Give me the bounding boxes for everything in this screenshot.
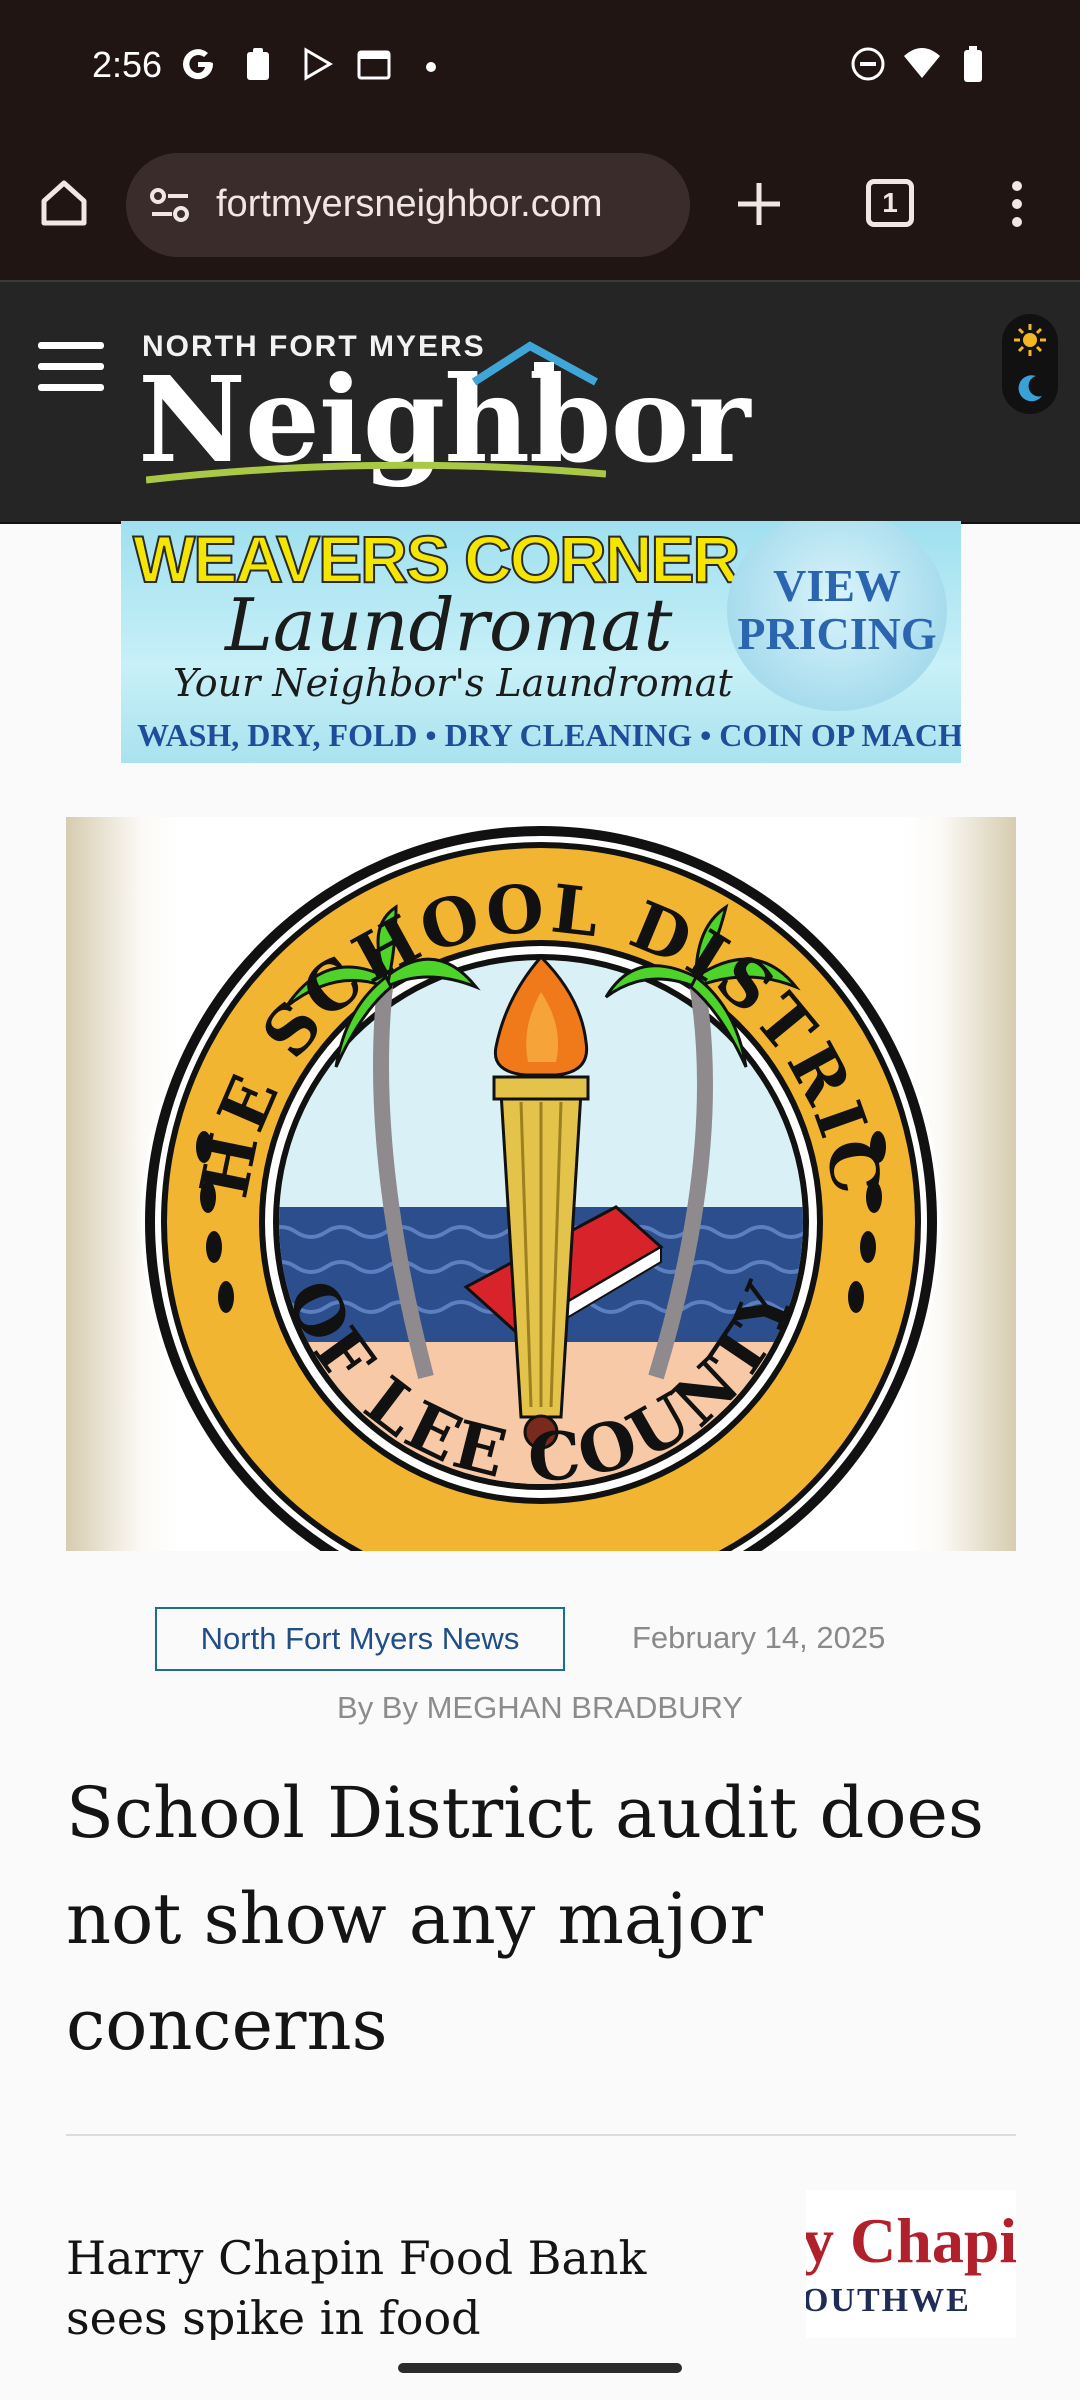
wifi-icon bbox=[904, 48, 940, 78]
url-text[interactable]: fortmyersneighbor.com bbox=[216, 183, 676, 226]
tab-count: 1 bbox=[882, 187, 898, 218]
sun-icon[interactable] bbox=[1012, 322, 1048, 358]
ad-subhead: Laundromat bbox=[225, 583, 673, 667]
dnd-icon bbox=[851, 47, 885, 81]
tab-switcher-button[interactable]: 1 bbox=[866, 179, 914, 227]
google-icon bbox=[183, 49, 214, 80]
site-settings-icon[interactable] bbox=[148, 183, 192, 227]
school-district-seal-icon: THE SCHOOL DISTRICT OF LEE COUNTY bbox=[136, 817, 941, 1551]
ad-services: WASH, DRY, FOLD • DRY CLEANING • COIN OP… bbox=[137, 717, 961, 753]
battery-icon bbox=[964, 46, 982, 82]
hamburger-menu-icon[interactable] bbox=[38, 340, 104, 394]
dot-icon bbox=[426, 62, 436, 72]
new-tab-icon[interactable] bbox=[734, 179, 784, 229]
home-icon[interactable] bbox=[36, 175, 92, 231]
related-article-title[interactable]: Harry Chapin Food Bank sees spike in foo… bbox=[66, 2228, 736, 2340]
clipboard-icon bbox=[247, 48, 269, 80]
article-title: School District audit does not show any … bbox=[66, 1772, 984, 2066]
category-badge[interactable]: North Fort Myers News bbox=[155, 1607, 565, 1671]
browser-toolbar: fortmyersneighbor.com 1 bbox=[0, 135, 1080, 280]
logo-swoosh-icon bbox=[146, 461, 606, 484]
theme-toggle[interactable] bbox=[1002, 314, 1058, 414]
ad-banner[interactable]: WEAVERS CORNER Laundromat Your Neighbor'… bbox=[121, 521, 961, 763]
status-bar: 2:56 bbox=[0, 0, 1080, 135]
divider bbox=[66, 2134, 1016, 2136]
ad-tagline: Your Neighbor's Laundromat bbox=[173, 661, 733, 705]
thumb-text-line1: y Chapin bbox=[806, 2205, 1016, 2276]
moon-icon[interactable] bbox=[1014, 372, 1046, 404]
calendar-icon bbox=[357, 50, 391, 80]
more-menu-icon[interactable] bbox=[1002, 179, 1032, 229]
status-time: 2:56 bbox=[92, 44, 163, 85]
featured-image[interactable]: THE SCHOOL DISTRICT OF LEE COUNTY bbox=[66, 817, 1016, 1551]
ad-cta-line1: VIEW bbox=[773, 560, 901, 611]
related-article-thumbnail[interactable]: y Chapin OUTHWE bbox=[806, 2190, 1016, 2338]
thumb-text-line2: OUTHWE bbox=[806, 2282, 971, 2319]
ad-cta-line2: PRICING bbox=[737, 608, 937, 659]
article-date: February 14, 2025 bbox=[632, 1620, 886, 1655]
house-roof-icon bbox=[471, 341, 598, 386]
site-header: NORTH FORT MYERS Neighbor bbox=[0, 280, 1080, 524]
play-store-icon bbox=[304, 47, 333, 81]
home-indicator[interactable] bbox=[398, 2363, 682, 2373]
ad-view-pricing-button[interactable]: VIEW PRICING bbox=[727, 521, 947, 711]
address-bar[interactable]: fortmyersneighbor.com bbox=[126, 153, 690, 257]
article-byline: By By MEGHAN BRADBURY bbox=[337, 1690, 743, 1725]
